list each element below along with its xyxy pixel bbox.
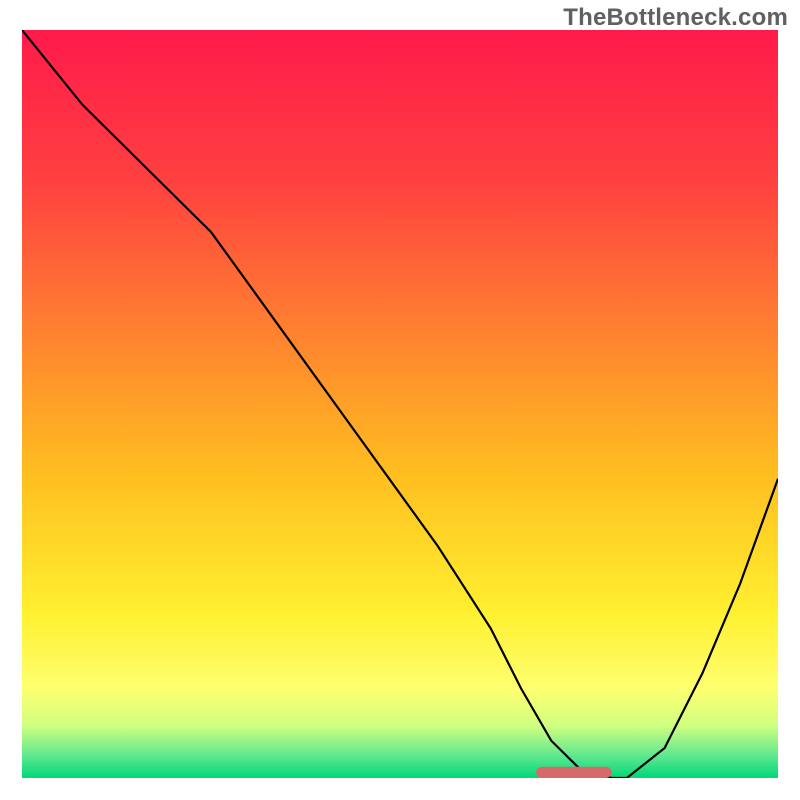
chart-container: TheBottleneck.com [0,0,800,800]
target-bar [536,767,612,778]
plot-svg [22,30,778,778]
watermark-label: TheBottleneck.com [563,4,788,32]
plot-area [22,30,778,778]
gradient-rect [22,30,778,778]
